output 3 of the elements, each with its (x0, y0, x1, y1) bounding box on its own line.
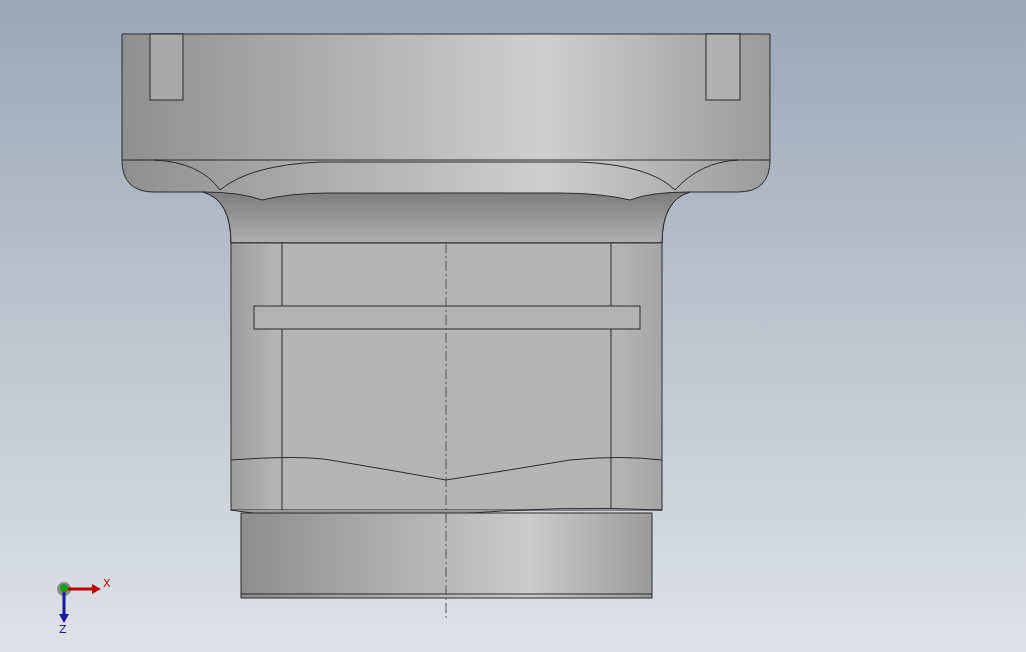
z-axis-label: Z (59, 623, 67, 636)
axis-triad-icon (57, 582, 101, 623)
x-axis-label: X (103, 577, 111, 590)
